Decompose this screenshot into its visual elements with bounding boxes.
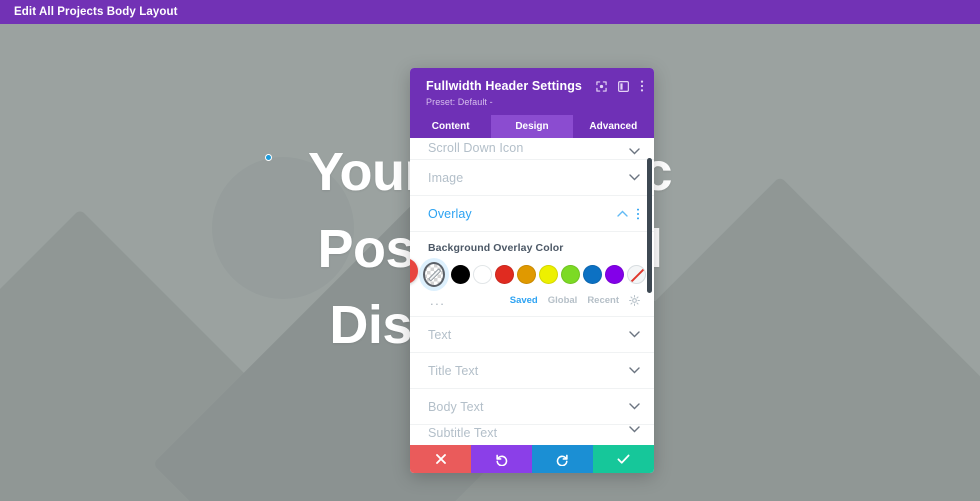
check-icon [617, 454, 630, 464]
swatch-transparent[interactable] [627, 265, 646, 284]
modal-header[interactable]: Fullwidth Header Settings Preset: Defaul… [410, 68, 654, 115]
color-swatch-row: 1 [410, 258, 654, 287]
admin-bar-title: Edit All Projects Body Layout [14, 6, 178, 18]
tab-advanced[interactable]: Advanced [573, 115, 654, 138]
modal-scrollbar[interactable] [647, 158, 652, 293]
section-body-text[interactable]: Body Text [410, 389, 654, 425]
modal-preset-selector[interactable]: Preset: Default - [426, 97, 642, 107]
section-overlay-label: Overlay [428, 206, 472, 221]
swatch-white[interactable] [473, 265, 492, 284]
modal-action-bar [410, 445, 654, 473]
swatch-blue[interactable] [583, 265, 602, 284]
chevron-up-icon[interactable] [617, 210, 628, 217]
section-title-text-label: Title Text [428, 363, 479, 378]
chevron-down-icon [629, 403, 640, 410]
admin-bar: Edit All Projects Body Layout [0, 0, 980, 24]
redo-icon [556, 454, 568, 466]
close-icon [435, 454, 446, 464]
modal-header-icons [596, 80, 644, 92]
background-overlay-color-label: Background Overlay Color [428, 242, 564, 254]
tab-design[interactable]: Design [491, 115, 573, 138]
section-overlay-controls [617, 208, 640, 220]
section-overlay-more-icon[interactable] [636, 208, 640, 220]
swatch-purple[interactable] [605, 265, 624, 284]
eyedropper-icon[interactable] [423, 262, 445, 287]
section-image-label: Image [428, 170, 464, 185]
layout-icon[interactable] [618, 80, 629, 92]
redo-button[interactable] [532, 445, 593, 473]
gear-icon[interactable] [629, 295, 640, 306]
chevron-down-icon [629, 148, 640, 155]
eyedropper-pen [427, 267, 441, 282]
builder-anchor-dot[interactable] [265, 154, 272, 161]
swatch-yellow[interactable] [539, 265, 558, 284]
section-text[interactable]: Text [410, 317, 654, 353]
section-subtitle-text-label: Subtitle Text [428, 426, 498, 440]
cancel-button[interactable] [410, 445, 471, 473]
swatch-red[interactable] [495, 265, 514, 284]
swatch-orange[interactable] [517, 265, 536, 284]
palette-tab-saved[interactable]: Saved [510, 295, 538, 306]
chevron-down-icon [629, 367, 640, 374]
section-scroll-down-icon[interactable]: Scroll Down Icon [410, 138, 654, 160]
section-image[interactable]: Image [410, 160, 654, 196]
chevron-down-icon [629, 174, 640, 181]
modal-body: Scroll Down Icon Image Overlay Backgroun… [410, 138, 654, 445]
tab-content[interactable]: Content [410, 115, 491, 138]
palette-tab-recent[interactable]: Recent [587, 295, 619, 306]
undo-icon [496, 454, 508, 466]
undo-button[interactable] [471, 445, 532, 473]
swatch-green[interactable] [561, 265, 580, 284]
more-colors-button[interactable]: ... [430, 294, 445, 307]
screen-root: Edit All Projects Body Layout Your Fanta… [0, 0, 980, 501]
module-settings-modal: Fullwidth Header Settings Preset: Defaul… [410, 68, 654, 473]
section-scroll-down-icon-label: Scroll Down Icon [428, 141, 524, 155]
section-subtitle-text[interactable]: Subtitle Text [410, 425, 654, 441]
color-panel-footer: ... Saved Global Recent [410, 287, 654, 307]
palette-tabs: Saved Global Recent [510, 295, 640, 306]
palette-tab-global[interactable]: Global [548, 295, 578, 306]
swatch-black[interactable] [451, 265, 470, 284]
section-text-label: Text [428, 327, 452, 342]
step-badge-1: 1 [410, 258, 418, 284]
chevron-down-icon [629, 426, 640, 433]
section-overlay[interactable]: Overlay [410, 196, 654, 232]
section-title-text[interactable]: Title Text [410, 353, 654, 389]
section-body-text-label: Body Text [428, 399, 484, 414]
more-options-icon[interactable] [640, 80, 644, 92]
expand-icon[interactable] [596, 80, 607, 92]
modal-tabs: Content Design Advanced [410, 115, 654, 138]
save-button[interactable] [593, 445, 654, 473]
overlay-panel: Background Overlay Color 1 [410, 232, 654, 317]
chevron-down-icon [629, 331, 640, 338]
